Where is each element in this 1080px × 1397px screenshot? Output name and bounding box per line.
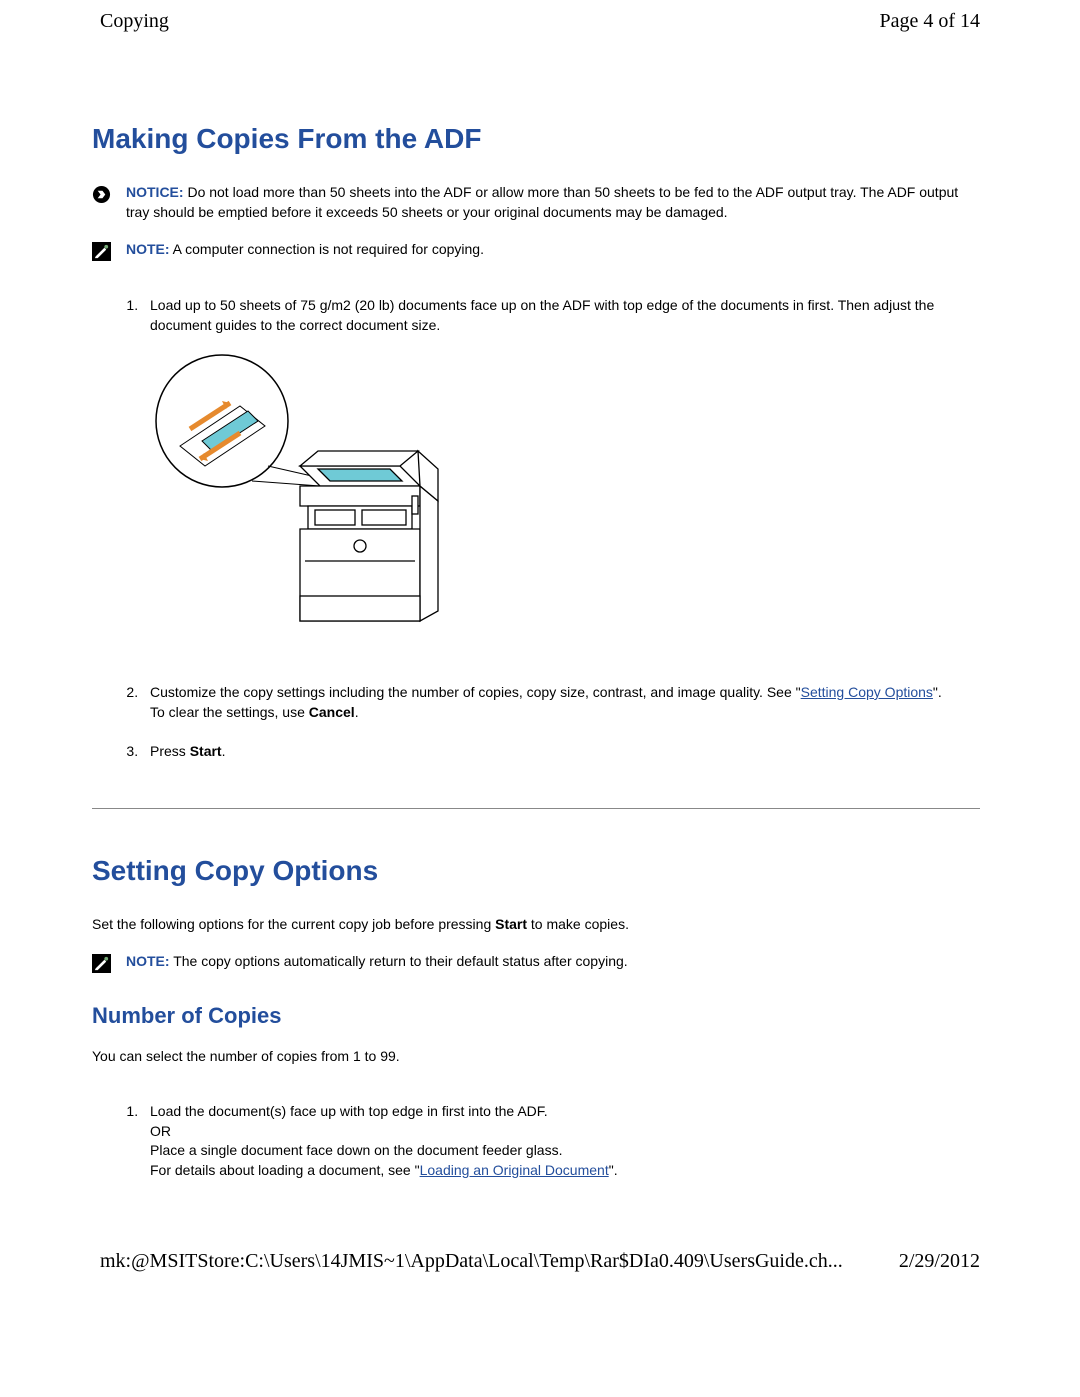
options-intro-prefix: Set the following options for the curren… [92, 916, 495, 932]
list-item: Load the document(s) face up with top ed… [142, 1102, 980, 1180]
step3-prefix: Press [150, 743, 190, 759]
list-item: Load up to 50 sheets of 75 g/m2 (20 lb) … [142, 296, 980, 657]
step-text: Load up to 50 sheets of 75 g/m2 (20 lb) … [150, 297, 934, 333]
options-intro-bold: Start [495, 916, 527, 932]
page-header: Copying Page 4 of 14 [0, 0, 1080, 43]
notice-icon [92, 185, 114, 204]
footer-date: 2/29/2012 [899, 1250, 980, 1273]
note-label-adf: NOTE: [126, 241, 170, 257]
page-footer: mk:@MSITStore:C:\Users\14JMIS~1\AppData\… [0, 1240, 1080, 1283]
note-text-options: The copy options automatically return to… [170, 953, 628, 969]
step3-suffix: . [222, 743, 226, 759]
header-title: Copying [100, 10, 169, 33]
setting-copy-options-link[interactable]: Setting Copy Options [801, 684, 933, 700]
notice-text: Do not load more than 50 sheets into the… [126, 184, 958, 220]
notice-label: NOTICE: [126, 184, 184, 200]
notice-callout: NOTICE: Do not load more than 50 sheets … [92, 183, 980, 222]
step2-prefix: Customize the copy settings including th… [150, 684, 801, 700]
noc-line1: Load the document(s) face up with top ed… [150, 1103, 548, 1119]
heading-adf: Making Copies From the ADF [92, 123, 980, 155]
list-item: Customize the copy settings including th… [142, 683, 980, 722]
adf-printer-diagram [150, 351, 980, 657]
heading-options: Setting Copy Options [92, 855, 980, 887]
heading-number-of-copies: Number of Copies [92, 1003, 980, 1029]
options-intro: Set the following options for the curren… [92, 915, 980, 935]
noc-line4-suffix: ". [609, 1162, 618, 1178]
number-of-copies-steps: Load the document(s) face up with top ed… [92, 1102, 980, 1180]
adf-steps-list: Load up to 50 sheets of 75 g/m2 (20 lb) … [92, 296, 980, 762]
noc-line2: OR [150, 1123, 171, 1139]
header-page-indicator: Page 4 of 14 [879, 10, 980, 33]
note-callout-adf: NOTE: A computer connection is not requi… [92, 240, 980, 261]
note-callout-options: NOTE: The copy options automatically ret… [92, 952, 980, 973]
step2-line2-suffix: . [355, 704, 359, 720]
step2-cancel-bold: Cancel [309, 704, 355, 720]
pencil-icon [92, 954, 114, 973]
step3-start-bold: Start [190, 743, 222, 759]
note-text-adf: A computer connection is not required fo… [170, 241, 484, 257]
loading-original-document-link[interactable]: Loading an Original Document [420, 1162, 609, 1178]
step2-after-link: ". [933, 684, 942, 700]
pencil-icon [92, 242, 114, 261]
options-intro-suffix: to make copies. [527, 916, 629, 932]
number-of-copies-intro: You can select the number of copies from… [92, 1047, 980, 1067]
footer-path: mk:@MSITStore:C:\Users\14JMIS~1\AppData\… [100, 1250, 843, 1273]
list-item: Press Start. [142, 742, 980, 762]
section-divider [92, 808, 980, 809]
step2-line2-prefix: To clear the settings, use [150, 704, 309, 720]
note-label-options: NOTE: [126, 953, 170, 969]
noc-line4-prefix: For details about loading a document, se… [150, 1162, 420, 1178]
noc-line3: Place a single document face down on the… [150, 1142, 562, 1158]
